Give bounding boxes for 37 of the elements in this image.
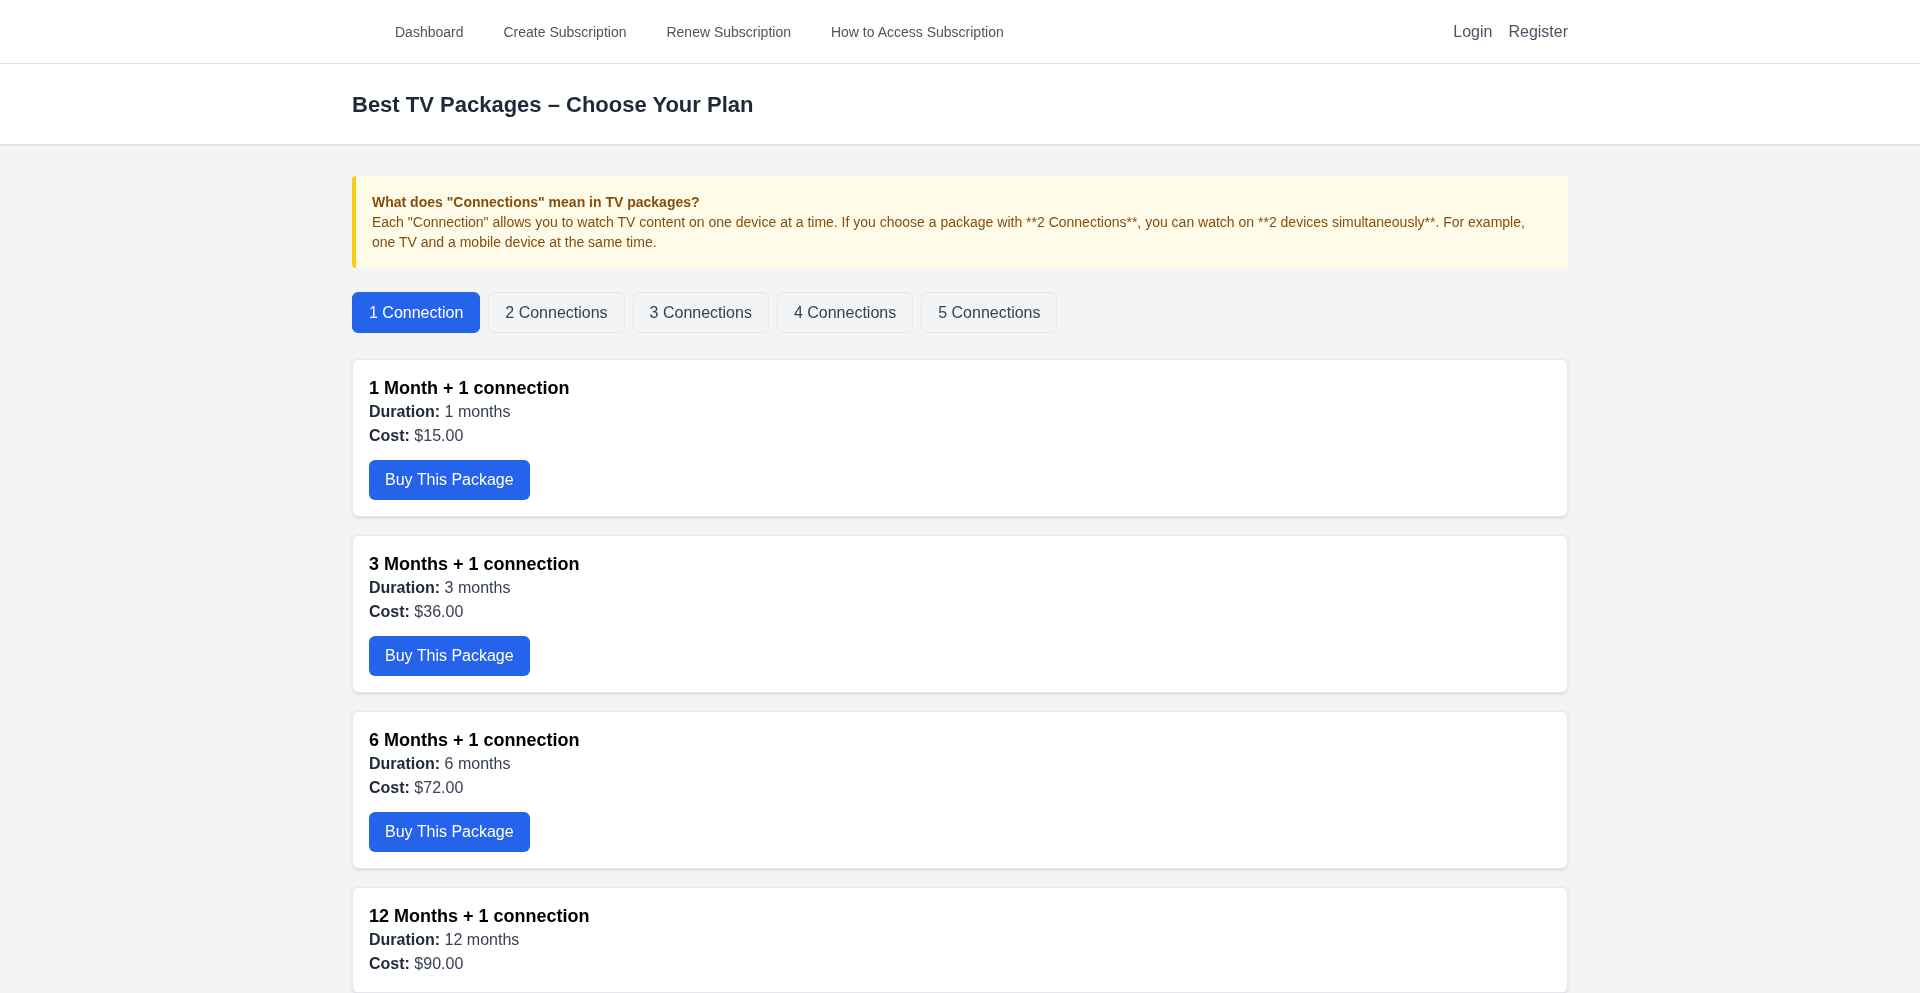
- notice-title: What does "Connections" mean in TV packages?: [372, 193, 701, 212]
- cost-label: Cost:: [369, 603, 410, 620]
- cost-value: $15.00: [414, 427, 464, 444]
- cost-label: Cost:: [369, 955, 410, 972]
- duration-value: 12 months: [444, 931, 520, 948]
- package-title: 12 Months + 1 connection: [369, 905, 591, 928]
- nav-link[interactable]: How to Access Subscription: [830, 21, 1004, 42]
- connection-tab[interactable]: 2 Connections: [488, 292, 625, 333]
- buy-button[interactable]: Buy This Package: [369, 636, 530, 676]
- duration-label: Duration:: [369, 403, 441, 420]
- package-title: 6 Months + 1 connection: [369, 729, 581, 752]
- cost-value: $36.00: [414, 603, 464, 620]
- notice-text: Each "Connection" allows you to watch TV content on one device at a time. If you choose a package with **2 Connections**, you can watch on **2 devices simultaneously**. For example, one TV and a mobile device at the same time.: [372, 213, 1526, 252]
- duration-value: 6 months: [444, 755, 511, 772]
- buy-button[interactable]: Buy This Package: [369, 460, 530, 500]
- connection-tab[interactable]: 4 Connections: [776, 292, 914, 333]
- duration-label: Duration:: [369, 579, 441, 596]
- duration-value: 3 months: [444, 579, 511, 596]
- nav-link[interactable]: Renew Subscription: [666, 21, 791, 42]
- auth-link[interactable]: Login: [1453, 19, 1493, 44]
- buy-button[interactable]: Buy This Package: [369, 812, 530, 852]
- nav-link[interactable]: Create Subscription: [503, 21, 627, 42]
- cost-label: Cost:: [369, 779, 410, 796]
- package-title: 3 Months + 1 connection: [369, 553, 581, 576]
- auth-link[interactable]: Register: [1508, 19, 1568, 44]
- connection-tab[interactable]: 1 Connection: [352, 292, 481, 333]
- cost-label: Cost:: [369, 427, 410, 444]
- package-title: 1 Month + 1 connection: [369, 377, 571, 400]
- connection-tab[interactable]: 5 Connections: [921, 292, 1058, 333]
- duration-value: 1 months: [444, 403, 511, 420]
- cost-value: $90.00: [414, 955, 464, 972]
- page-title: Best TV Packages – Choose Your Plan: [352, 90, 755, 119]
- nav-link[interactable]: Dashboard: [395, 21, 464, 42]
- cost-value: $72.00: [414, 779, 464, 796]
- connection-tab[interactable]: 3 Connections: [632, 292, 769, 333]
- duration-label: Duration:: [369, 755, 441, 772]
- duration-label: Duration:: [369, 931, 441, 948]
